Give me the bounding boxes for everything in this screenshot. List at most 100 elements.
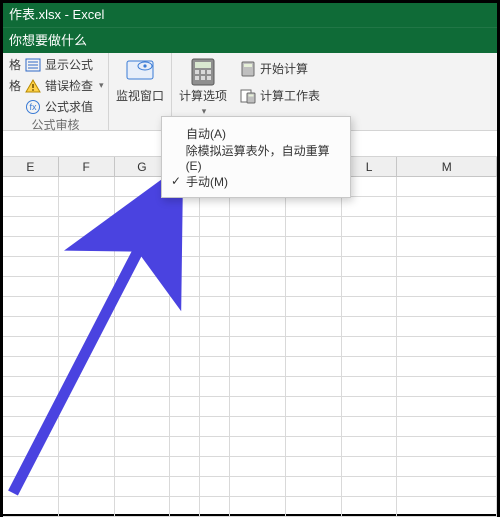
grid-cell[interactable] (115, 237, 171, 256)
grid-cell[interactable] (115, 337, 171, 356)
grid-cell[interactable] (59, 317, 115, 336)
grid-cell[interactable] (342, 397, 398, 416)
watch-window-button[interactable]: 监视窗口 (113, 55, 167, 103)
grid-cell[interactable] (342, 257, 398, 276)
grid-cell[interactable] (342, 417, 398, 436)
evaluate-formula-button[interactable]: fx 公式求值 (7, 97, 104, 116)
grid-cell[interactable] (230, 277, 286, 296)
grid-cell[interactable] (397, 277, 497, 296)
grid-cell[interactable] (230, 237, 286, 256)
grid-cell[interactable] (342, 197, 398, 216)
grid-cell[interactable] (230, 197, 286, 216)
grid-cell[interactable] (342, 497, 398, 516)
spreadsheet-grid[interactable] (3, 177, 497, 517)
grid-cell[interactable] (397, 357, 497, 376)
grid-cell[interactable] (342, 357, 398, 376)
grid-cell[interactable] (3, 217, 59, 236)
grid-cell[interactable] (170, 457, 200, 476)
grid-cell[interactable] (115, 297, 171, 316)
grid-cell[interactable] (397, 497, 497, 516)
grid-cell[interactable] (397, 317, 497, 336)
grid-cell[interactable] (200, 217, 230, 236)
grid-cell[interactable] (397, 397, 497, 416)
grid-cell[interactable] (170, 397, 200, 416)
grid-cell[interactable] (397, 377, 497, 396)
grid-cell[interactable] (59, 497, 115, 516)
grid-cell[interactable] (3, 317, 59, 336)
grid-cell[interactable] (397, 477, 497, 496)
grid-cell[interactable] (59, 237, 115, 256)
grid-cell[interactable] (170, 357, 200, 376)
grid-cell[interactable] (59, 337, 115, 356)
grid-cell[interactable] (200, 497, 230, 516)
grid-cell[interactable] (230, 437, 286, 456)
error-checking-button[interactable]: 格 错误检查 ▾ (7, 76, 104, 95)
column-header[interactable]: M (397, 157, 497, 176)
grid-cell[interactable] (170, 317, 200, 336)
grid-cell[interactable] (115, 257, 171, 276)
grid-cell[interactable] (3, 357, 59, 376)
grid-cell[interactable] (59, 197, 115, 216)
calculation-options-button[interactable]: 计算选项▾ (176, 55, 230, 118)
grid-cell[interactable] (170, 297, 200, 316)
grid-cell[interactable] (115, 357, 171, 376)
grid-cell[interactable] (115, 197, 171, 216)
grid-cell[interactable] (286, 417, 342, 436)
grid-cell[interactable] (286, 317, 342, 336)
grid-cell[interactable] (230, 417, 286, 436)
grid-cell[interactable] (59, 277, 115, 296)
grid-cell[interactable] (286, 377, 342, 396)
menu-item-except-tables[interactable]: 除模拟运算表外，自动重算(E) (162, 145, 350, 169)
grid-cell[interactable] (286, 217, 342, 236)
grid-cell[interactable] (3, 417, 59, 436)
grid-cell[interactable] (170, 237, 200, 256)
grid-cell[interactable] (342, 297, 398, 316)
grid-cell[interactable] (200, 477, 230, 496)
grid-cell[interactable] (200, 337, 230, 356)
grid-cell[interactable] (397, 257, 497, 276)
grid-cell[interactable] (397, 297, 497, 316)
grid-cell[interactable] (170, 197, 200, 216)
grid-cell[interactable] (342, 377, 398, 396)
grid-cell[interactable] (230, 297, 286, 316)
grid-cell[interactable] (200, 237, 230, 256)
grid-cell[interactable] (115, 377, 171, 396)
grid-cell[interactable] (230, 397, 286, 416)
grid-cell[interactable] (342, 477, 398, 496)
grid-cell[interactable] (397, 217, 497, 236)
grid-cell[interactable] (286, 277, 342, 296)
grid-cell[interactable] (3, 277, 59, 296)
grid-cell[interactable] (59, 357, 115, 376)
grid-cell[interactable] (397, 437, 497, 456)
grid-cell[interactable] (200, 397, 230, 416)
grid-cell[interactable] (200, 297, 230, 316)
grid-cell[interactable] (200, 377, 230, 396)
grid-cell[interactable] (342, 457, 398, 476)
grid-cell[interactable] (170, 217, 200, 236)
grid-cell[interactable] (3, 197, 59, 216)
grid-cell[interactable] (59, 177, 115, 196)
grid-cell[interactable] (200, 437, 230, 456)
grid-cell[interactable] (115, 277, 171, 296)
grid-cell[interactable] (342, 437, 398, 456)
grid-cell[interactable] (286, 397, 342, 416)
grid-cell[interactable] (59, 257, 115, 276)
grid-cell[interactable] (286, 437, 342, 456)
grid-cell[interactable] (200, 257, 230, 276)
column-header[interactable]: E (3, 157, 59, 176)
grid-cell[interactable] (59, 377, 115, 396)
grid-cell[interactable] (342, 237, 398, 256)
grid-cell[interactable] (3, 397, 59, 416)
grid-cell[interactable] (286, 237, 342, 256)
grid-cell[interactable] (115, 317, 171, 336)
grid-cell[interactable] (3, 437, 59, 456)
grid-cell[interactable] (230, 257, 286, 276)
grid-cell[interactable] (170, 277, 200, 296)
grid-cell[interactable] (115, 457, 171, 476)
grid-cell[interactable] (3, 477, 59, 496)
grid-cell[interactable] (3, 377, 59, 396)
grid-cell[interactable] (397, 197, 497, 216)
grid-cell[interactable] (230, 337, 286, 356)
grid-cell[interactable] (115, 437, 171, 456)
grid-cell[interactable] (230, 357, 286, 376)
